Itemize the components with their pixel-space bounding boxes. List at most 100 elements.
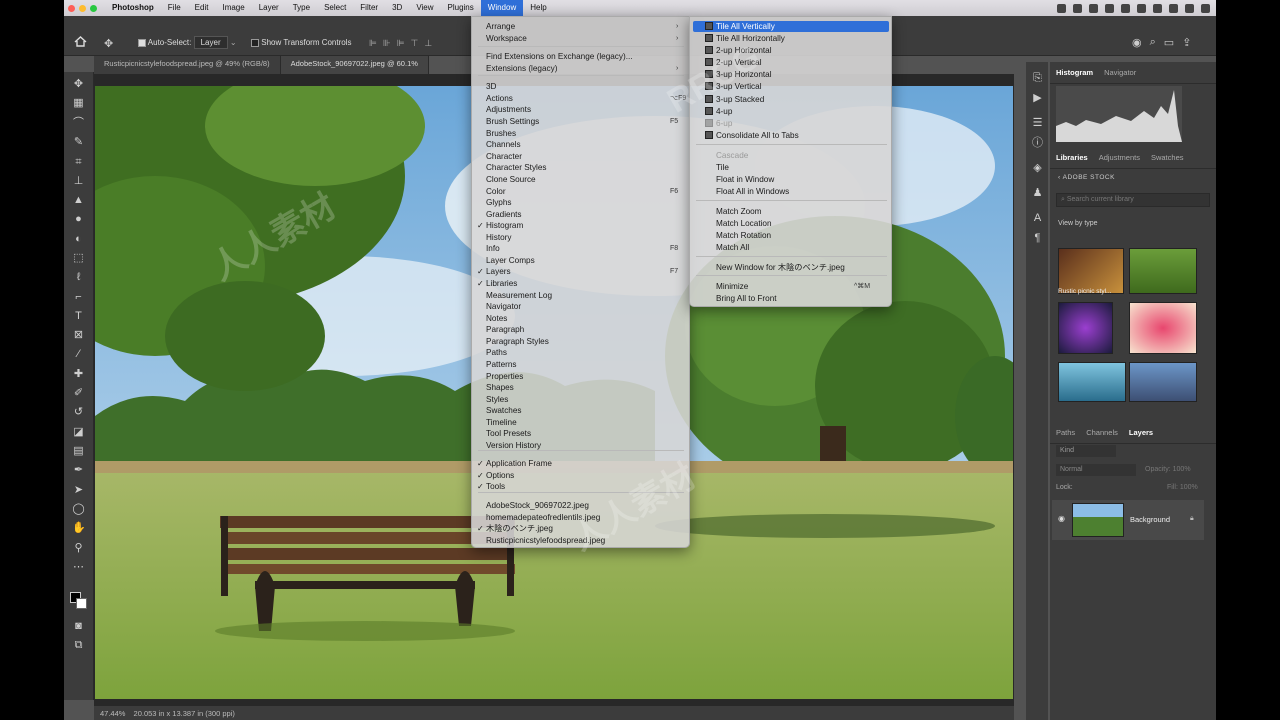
arrange-menu-item[interactable]: Bring All to Front (716, 293, 777, 304)
window-menu-item[interactable]: Clone Source (486, 174, 536, 185)
window-menu-item[interactable]: Application Frame ✓ (477, 458, 552, 469)
control-center-icon[interactable] (1201, 3, 1210, 13)
workspace-icon[interactable]: ▭ (1164, 36, 1174, 49)
window-menu-item[interactable]: Color F6 (486, 186, 678, 197)
library-thumb-abstract[interactable] (1058, 302, 1113, 354)
menu-window[interactable]: Window (480, 0, 524, 16)
menu-filter[interactable]: Filter (353, 0, 385, 16)
tab-adjustments[interactable]: Adjustments (1099, 153, 1140, 162)
align-left-icon[interactable]: ⊫ (369, 38, 377, 49)
library-thumb-surfer[interactable] (1058, 362, 1126, 402)
tab-histogram[interactable]: Histogram (1056, 68, 1093, 77)
window-menu-item[interactable]: Layer Comps (486, 255, 535, 266)
clock-icon[interactable] (1153, 3, 1162, 13)
window-menu-item[interactable]: Swatches (486, 405, 522, 416)
wifi-icon[interactable] (1137, 3, 1146, 13)
screen-mode-icon[interactable]: ⧉ (72, 639, 85, 652)
menu-photoshop[interactable]: Photoshop (105, 0, 161, 16)
cloud-icon[interactable] (1089, 3, 1098, 13)
tab-rusticpicnic[interactable]: Rusticpicnicstylefoodspread.jpeg @ 49% (… (94, 56, 281, 74)
window-menu-item[interactable]: History (486, 232, 511, 243)
window-menu-item[interactable]: Find Extensions on Exchange (legacy)... (486, 51, 633, 62)
window-menu-item[interactable]: Measurement Log (486, 290, 552, 301)
history-brush-tool-icon[interactable]: ↺ (72, 406, 85, 419)
tab-adobestock[interactable]: AdobeStock_90697022.jpeg @ 60.1% (280, 56, 429, 74)
search-icon[interactable]: ⌕ (1150, 36, 1156, 49)
library-thumb-lion[interactable] (1129, 302, 1197, 354)
arrange-menu-item[interactable]: Match Zoom (716, 206, 762, 217)
window-menu-item[interactable]: Shapes (486, 382, 514, 393)
battery-icon[interactable] (1105, 3, 1114, 13)
library-thumb-park[interactable] (1129, 248, 1197, 294)
window-menu-item[interactable]: Arrange › (486, 21, 678, 32)
info-icon[interactable]: ⓘ (1031, 137, 1044, 150)
zoom-level[interactable]: 47.44% (100, 709, 125, 718)
paragraph-icon[interactable]: ¶ (1031, 232, 1044, 245)
window-menu-item[interactable]: Options ✓ (477, 470, 514, 481)
arrange-menu-item[interactable]: Tile All Horizontally (705, 33, 785, 44)
window-menu-item[interactable]: Info F8 (486, 243, 678, 254)
window-menu-item[interactable]: Properties (486, 371, 523, 382)
window-menu-item[interactable]: Character Styles (486, 162, 547, 173)
adjust-icon[interactable]: ☰ (1031, 117, 1044, 130)
library-search-input[interactable]: ⌕ Search current library (1056, 193, 1210, 207)
library-thumb-houses[interactable] (1129, 362, 1197, 402)
sync-icon[interactable] (1073, 3, 1082, 13)
align-middle-icon[interactable]: ⊥ (424, 38, 432, 49)
hand-tool-icon[interactable]: ✋ (72, 522, 86, 535)
zoom-tool-icon[interactable]: ⚲ (72, 542, 85, 555)
3d-icon[interactable]: ◈ (1031, 162, 1044, 175)
arrange-menu-item[interactable]: 3-up Stacked (705, 94, 764, 105)
arrange-menu-item[interactable]: 3-up Horizontal (705, 69, 772, 80)
blend-mode-dropdown[interactable]: Normal (1056, 464, 1136, 476)
pen-tool-icon[interactable]: ✒ (72, 464, 85, 477)
minimize-window-button[interactable] (79, 4, 86, 12)
path-select-tool-icon[interactable]: ◐ (72, 233, 85, 246)
menu-select[interactable]: Select (317, 0, 353, 16)
window-menu-item[interactable]: Navigator (486, 301, 521, 312)
window-menu-item[interactable]: Brush Settings F5 (486, 116, 678, 127)
type-tool-icon[interactable]: T (72, 310, 85, 323)
brush-tool-icon[interactable]: ✐ (72, 387, 85, 400)
arrange-menu-item[interactable]: New Window for 木陰のベンチ.jpeg (716, 262, 845, 273)
window-menu-item[interactable]: Rusticpicnicstylefoodspread.jpeg (486, 535, 605, 546)
share-icon[interactable]: ⇪ (1182, 36, 1191, 49)
lasso-tool-icon[interactable]: ⌒ (72, 117, 85, 130)
move-tool-icon[interactable]: ✥ (104, 37, 116, 50)
arrange-menu-item[interactable]: Tile All Vertically (705, 21, 775, 32)
user-icon[interactable] (1185, 3, 1194, 13)
window-menu-item[interactable]: Brushes (486, 128, 516, 139)
window-menu-item[interactable]: Version History (486, 440, 541, 451)
window-menu-item[interactable]: Workspace › (486, 33, 678, 44)
tab-paths[interactable]: Paths (1056, 428, 1075, 437)
quick-mask-icon[interactable]: ◙ (72, 620, 85, 633)
path-selection-tool-icon[interactable]: ➤ (72, 484, 85, 497)
arrange-menu-item[interactable]: Float All in Windows (716, 186, 789, 197)
window-menu-item[interactable]: Channels (486, 139, 521, 150)
crop-tool-icon[interactable]: ⌐ (72, 291, 85, 304)
window-menu-item[interactable]: 木陰のベンチ.jpeg ✓ (477, 523, 553, 534)
dodge-tool-icon[interactable]: ● (72, 213, 85, 226)
gradient-tool-icon[interactable]: ▤ (72, 445, 85, 458)
marquee-tool-icon[interactable]: ⬚ (72, 252, 85, 265)
window-menu-item[interactable]: Paragraph Styles (486, 336, 549, 347)
window-menu-item[interactable]: Character (486, 151, 522, 162)
window-menu-item[interactable]: Extensions (legacy) › (486, 63, 678, 74)
window-menu-item[interactable]: 3D (486, 81, 496, 92)
user-icon[interactable]: ◉ (1132, 36, 1142, 49)
window-menu-item[interactable]: homemadepateofredlentils.jpeg (486, 512, 600, 523)
arrange-menu-item[interactable]: 2-up Horizontal (705, 45, 772, 56)
arrange-menu-item[interactable]: Match Rotation (716, 230, 771, 241)
window-menu-item[interactable]: Tool Presets (486, 428, 531, 439)
window-menu-item[interactable]: Paragraph (486, 324, 524, 335)
quick-select-tool-icon[interactable]: ✎ (72, 136, 85, 149)
tab-libraries[interactable]: Libraries (1056, 153, 1088, 162)
window-menu-item[interactable]: Timeline (486, 417, 517, 428)
tab-navigator[interactable]: Navigator (1104, 68, 1136, 77)
bluetooth-icon[interactable] (1121, 3, 1130, 13)
align-right-icon[interactable]: ⊫ (397, 38, 405, 49)
background-color-swatch[interactable] (76, 598, 87, 609)
lasso-tool-icon[interactable]: ℓ (72, 271, 85, 284)
window-menu-item[interactable]: Tools ✓ (477, 481, 505, 492)
arrange-menu-item[interactable]: Match All (716, 242, 749, 253)
